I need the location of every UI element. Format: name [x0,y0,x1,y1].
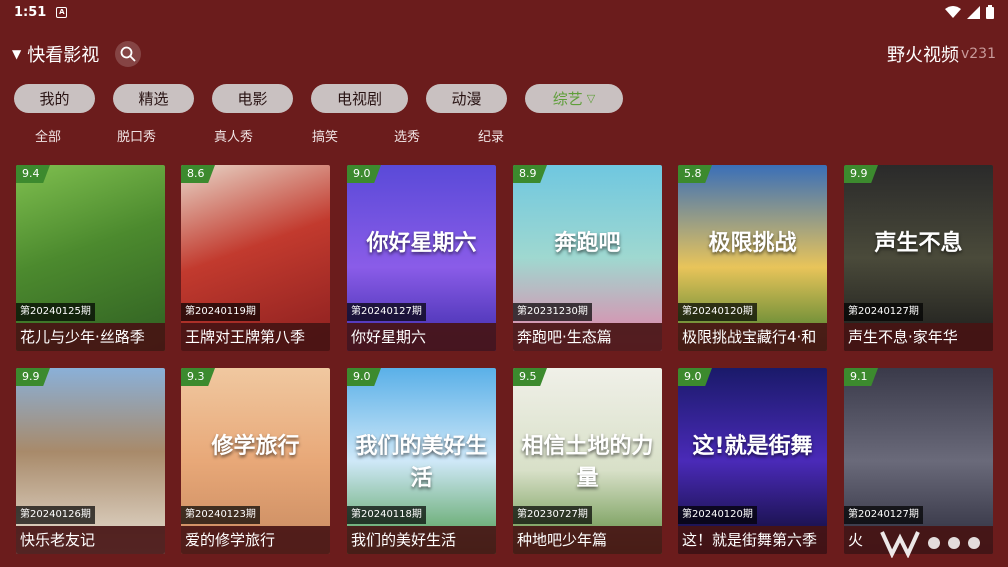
notification-icon: A [56,6,68,18]
show-card[interactable]: 我们的美好生活 9.0 第20240118期 我们的美好生活 [347,368,496,554]
show-title: 你好星期六 [347,323,496,351]
app-title[interactable]: 快看影视 [27,41,99,67]
show-title: 王牌对王牌第八季 [181,323,330,351]
poster-title-art: 相信土地的力量 [521,434,654,491]
show-title: 这！就是街舞第六季 [678,526,827,554]
show-card[interactable]: 你好星期六 9.0 第20240127期 你好星期六 [347,165,496,351]
menu-caret-icon[interactable]: ▼ [12,47,21,61]
episode-label: 第20240119期 [181,303,260,321]
show-card[interactable]: 9.9 第20240126期 快乐老友记 [16,368,165,554]
clock: 1:51 [14,4,47,20]
show-title: 我们的美好生活 [347,526,496,554]
subtab-talent[interactable]: 选秀 [394,126,420,145]
show-card[interactable]: 这!就是街舞 9.0 第20240120期 这！就是街舞第六季 [678,368,827,554]
poster-title-art: 你好星期六 [366,231,477,256]
show-title: 种地吧少年篇 [513,526,662,554]
episode-label: 第20240127期 [347,303,426,321]
search-button[interactable] [115,41,142,67]
subtab-reality[interactable]: 真人秀 [214,126,253,145]
tab-variety[interactable]: 综艺 ▽ [525,84,623,113]
episode-label: 第20231230期 [513,303,592,321]
show-title: 快乐老友记 [16,526,165,554]
poster-title-art: 声生不息 [874,231,963,256]
watermark-logo [880,531,980,558]
status-bar: 1:51 A [0,0,1008,24]
show-card[interactable]: 8.6 第20240119期 王牌对王牌第八季 [181,165,330,351]
subtab-all[interactable]: 全部 [35,126,61,145]
tab-mine[interactable]: 我的 [14,84,95,113]
show-card[interactable]: 相信土地的力量 9.5 第20230727期 种地吧少年篇 [513,368,662,554]
tab-anime[interactable]: 动漫 [426,84,507,113]
battery-icon [986,5,994,19]
app-header: ▼ 快看影视 野火视频 v231 [0,36,1008,72]
status-icons [945,5,994,19]
show-title: 花儿与少年·丝路季 [16,323,165,351]
show-card[interactable]: 声生不息 9.9 第20240127期 声生不息·家年华 [844,165,993,351]
search-icon [120,46,136,62]
poster-title-art: 我们的美好生活 [355,434,488,491]
tab-featured[interactable]: 精选 [113,84,194,113]
episode-label: 第20240123期 [181,506,260,524]
version-label: v231 [960,46,996,62]
show-card[interactable]: 修学旅行 9.3 第20240123期 爱的修学旅行 [181,368,330,554]
tab-tv-series[interactable]: 电视剧 [311,84,408,113]
watermark [858,519,1008,567]
show-title: 极限挑战宝藏行4·和 [678,323,827,351]
signal-icon [967,5,980,19]
filter-icon: ▽ [586,92,596,105]
tab-movies[interactable]: 电影 [212,84,293,113]
episode-label: 第20240120期 [678,303,757,321]
brand-name: 野火视频 [886,45,959,66]
episode-label: 第20240118期 [347,506,426,524]
subtab-comedy[interactable]: 搞笑 [312,126,338,145]
show-card[interactable]: 奔跑吧 8.9 第20231230期 奔跑吧·生态篇 [513,165,662,351]
show-title: 爱的修学旅行 [181,526,330,554]
poster-title-art: 修学旅行 [211,434,300,459]
category-tabs: 我的 精选 电影 电视剧 动漫 综艺 ▽ [14,84,623,113]
subtab-documentary[interactable]: 纪录 [478,126,504,145]
episode-label: 第20240127期 [844,303,923,321]
subcategory-tabs: 全部 脱口秀 真人秀 搞笑 选秀 纪录 [0,126,560,146]
episode-label: 第20230727期 [513,506,592,524]
poster-title-art: 奔跑吧 [554,231,621,256]
poster-title-art: 这!就是街舞 [692,434,813,459]
show-card[interactable]: 极限挑战 5.8 第20240120期 极限挑战宝藏行4·和 [678,165,827,351]
episode-label: 第20240126期 [16,506,95,524]
poster-title-art: 极限挑战 [708,231,797,256]
show-card[interactable]: 9.4 第20240125期 花儿与少年·丝路季 [16,165,165,351]
episode-label: 第20240120期 [678,506,757,524]
episode-label: 第20240125期 [16,303,95,321]
subtab-talk-show[interactable]: 脱口秀 [117,126,156,145]
show-title: 声生不息·家年华 [844,323,993,351]
show-title: 奔跑吧·生态篇 [513,323,662,351]
wifi-icon [945,5,961,18]
